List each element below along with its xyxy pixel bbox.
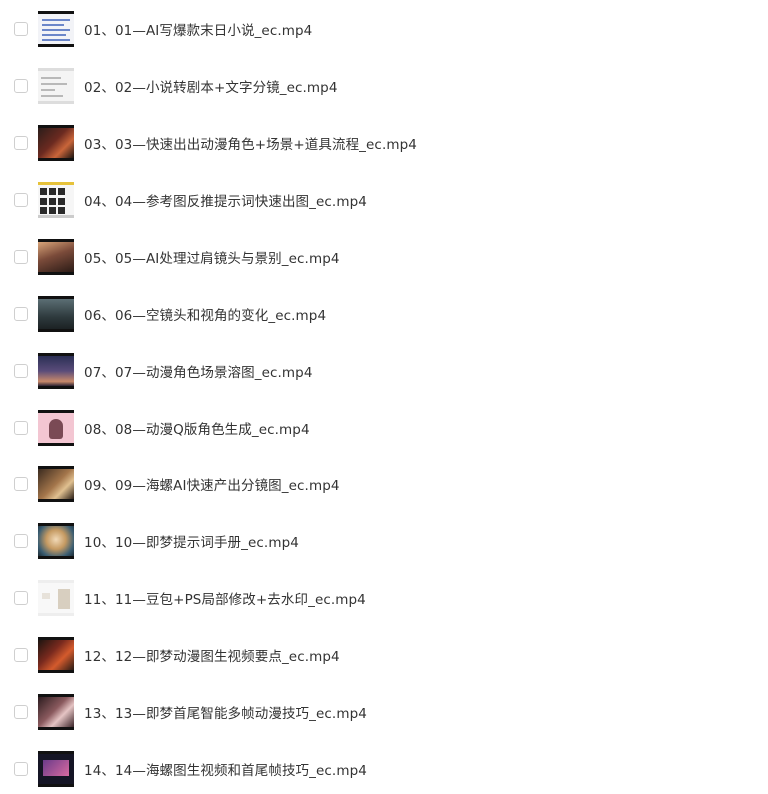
file-name[interactable]: 05、05—AI处理过肩镜头与景别_ec.mp4 — [84, 247, 340, 267]
video-thumbnail — [38, 694, 74, 730]
list-item[interactable]: 02、02—小说转剧本+文字分镜_ec.mp4 — [0, 62, 768, 110]
checkbox[interactable] — [14, 705, 28, 719]
video-thumbnail — [38, 523, 74, 559]
checkbox[interactable] — [14, 534, 28, 548]
checkbox[interactable] — [14, 591, 28, 605]
video-thumbnail — [38, 353, 74, 389]
document-thumbnail — [38, 11, 74, 47]
list-item[interactable]: 04、04—参考图反推提示词快速出图_ec.mp4 — [0, 176, 768, 224]
file-name[interactable]: 06、06—空镜头和视角的变化_ec.mp4 — [84, 304, 326, 324]
checkbox[interactable] — [14, 762, 28, 776]
video-thumbnail — [38, 410, 74, 446]
file-name[interactable]: 07、07—动漫角色场景溶图_ec.mp4 — [84, 361, 313, 381]
checkbox[interactable] — [14, 421, 28, 435]
file-name[interactable]: 11、11—豆包+PS局部修改+去水印_ec.mp4 — [84, 588, 366, 608]
checkbox[interactable] — [14, 477, 28, 491]
checkbox[interactable] — [14, 22, 28, 36]
video-thumbnail — [38, 637, 74, 673]
list-item[interactable]: 14、14—海螺图生视频和首尾帧技巧_ec.mp4 — [0, 745, 768, 793]
file-list: 01、01—AI写爆款末日小说_ec.mp4 02、02—小说转剧本+文字分镜_… — [0, 0, 768, 794]
list-item[interactable]: 13、13—即梦首尾智能多帧动漫技巧_ec.mp4 — [0, 688, 768, 736]
image-grid-thumbnail — [38, 182, 74, 218]
video-thumbnail — [38, 580, 74, 616]
file-name[interactable]: 01、01—AI写爆款末日小说_ec.mp4 — [84, 19, 312, 39]
file-name[interactable]: 12、12—即梦动漫图生视频要点_ec.mp4 — [84, 645, 340, 665]
document-thumbnail — [38, 68, 74, 104]
list-item[interactable]: 11、11—豆包+PS局部修改+去水印_ec.mp4 — [0, 574, 768, 622]
list-item[interactable]: 07、07—动漫角色场景溶图_ec.mp4 — [0, 347, 768, 395]
list-item[interactable]: 08、08—动漫Q版角色生成_ec.mp4 — [0, 404, 768, 452]
file-name[interactable]: 10、10—即梦提示词手册_ec.mp4 — [84, 531, 299, 551]
video-thumbnail — [38, 466, 74, 502]
checkbox[interactable] — [14, 193, 28, 207]
list-item[interactable]: 12、12—即梦动漫图生视频要点_ec.mp4 — [0, 631, 768, 679]
file-name[interactable]: 04、04—参考图反推提示词快速出图_ec.mp4 — [84, 190, 367, 210]
checkbox[interactable] — [14, 648, 28, 662]
file-name[interactable]: 09、09—海螺AI快速产出分镜图_ec.mp4 — [84, 474, 340, 494]
checkbox[interactable] — [14, 250, 28, 264]
list-item[interactable]: 05、05—AI处理过肩镜头与景别_ec.mp4 — [0, 233, 768, 281]
list-item[interactable]: 01、01—AI写爆款末日小说_ec.mp4 — [0, 5, 768, 53]
video-thumbnail — [38, 239, 74, 275]
checkbox[interactable] — [14, 79, 28, 93]
list-item[interactable]: 10、10—即梦提示词手册_ec.mp4 — [0, 517, 768, 565]
file-name[interactable]: 14、14—海螺图生视频和首尾帧技巧_ec.mp4 — [84, 759, 367, 779]
video-thumbnail — [38, 751, 74, 787]
file-name[interactable]: 03、03—快速出出动漫角色+场景+道具流程_ec.mp4 — [84, 133, 417, 153]
checkbox[interactable] — [14, 307, 28, 321]
video-thumbnail — [38, 296, 74, 332]
checkbox[interactable] — [14, 136, 28, 150]
file-name[interactable]: 02、02—小说转剧本+文字分镜_ec.mp4 — [84, 76, 338, 96]
checkbox[interactable] — [14, 364, 28, 378]
video-thumbnail — [38, 125, 74, 161]
file-name[interactable]: 13、13—即梦首尾智能多帧动漫技巧_ec.mp4 — [84, 702, 367, 722]
list-item[interactable]: 06、06—空镜头和视角的变化_ec.mp4 — [0, 290, 768, 338]
list-item[interactable]: 09、09—海螺AI快速产出分镜图_ec.mp4 — [0, 460, 768, 508]
file-name[interactable]: 08、08—动漫Q版角色生成_ec.mp4 — [84, 418, 310, 438]
list-item[interactable]: 03、03—快速出出动漫角色+场景+道具流程_ec.mp4 — [0, 119, 768, 167]
